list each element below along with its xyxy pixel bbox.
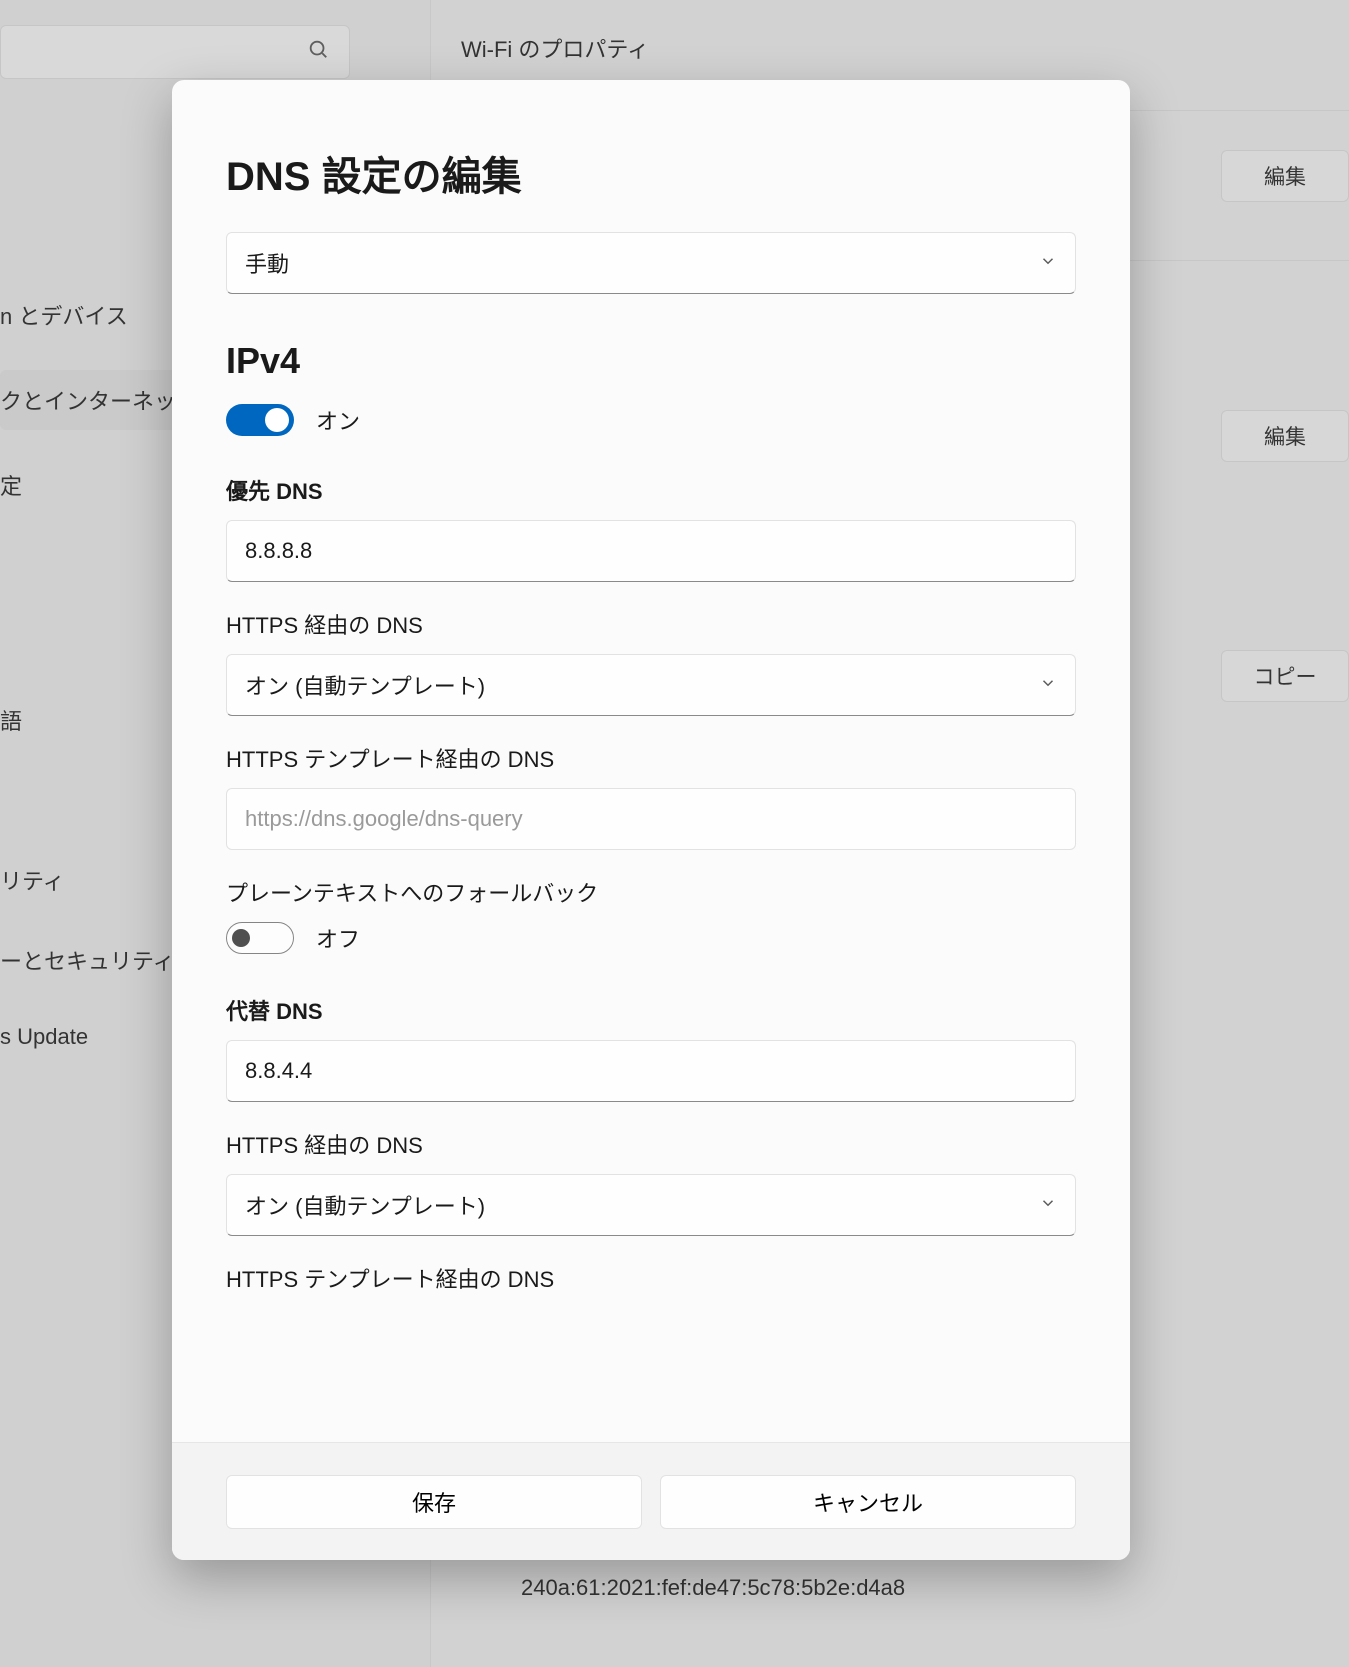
fallback-label: プレーンテキストへのフォールバック	[226, 876, 1076, 908]
dialog-scroll-area[interactable]: DNS 設定の編集 手動 IPv4 オン 優先 DNS	[226, 144, 1098, 1442]
alternate-dns-label: 代替 DNS	[226, 994, 1076, 1026]
preferred-dns-label: 優先 DNS	[226, 474, 1076, 506]
chevron-down-icon	[1039, 672, 1057, 698]
ipv4-toggle[interactable]	[226, 404, 294, 436]
doh-template-label: HTTPS テンプレート経由の DNS	[226, 742, 1076, 774]
dns-mode-select[interactable]: 手動	[226, 232, 1076, 294]
dns-mode-value: 手動	[245, 247, 289, 279]
alt-doh-select[interactable]: オン (自動テンプレート)	[226, 1174, 1076, 1236]
cancel-button[interactable]: キャンセル	[660, 1475, 1076, 1529]
doh-template-display: https://dns.google/dns-query	[226, 788, 1076, 850]
fallback-toggle[interactable]	[226, 922, 294, 954]
preferred-dns-input[interactable]	[226, 520, 1076, 582]
alt-doh-label: HTTPS 経由の DNS	[226, 1128, 1076, 1160]
doh-template-value: https://dns.google/dns-query	[245, 806, 523, 832]
doh-select[interactable]: オン (自動テンプレート)	[226, 654, 1076, 716]
save-button[interactable]: 保存	[226, 1475, 642, 1529]
dialog-footer: 保存 キャンセル	[172, 1442, 1130, 1560]
ipv4-heading: IPv4	[226, 340, 1076, 382]
chevron-down-icon	[1039, 1192, 1057, 1218]
dialog-title: DNS 設定の編集	[226, 144, 1076, 202]
alt-doh-value: オン (自動テンプレート)	[245, 1189, 485, 1221]
fallback-toggle-label: オフ	[316, 922, 360, 954]
doh-label: HTTPS 経由の DNS	[226, 608, 1076, 640]
ipv4-toggle-label: オン	[316, 404, 360, 436]
alternate-dns-field[interactable]	[245, 1058, 1057, 1084]
alternate-dns-input[interactable]	[226, 1040, 1076, 1102]
preferred-dns-field[interactable]	[245, 538, 1057, 564]
doh-value: オン (自動テンプレート)	[245, 669, 485, 701]
chevron-down-icon	[1039, 250, 1057, 276]
alt-doh-template-label: HTTPS テンプレート経由の DNS	[226, 1262, 1076, 1294]
dns-settings-dialog: DNS 設定の編集 手動 IPv4 オン 優先 DNS	[172, 80, 1130, 1560]
